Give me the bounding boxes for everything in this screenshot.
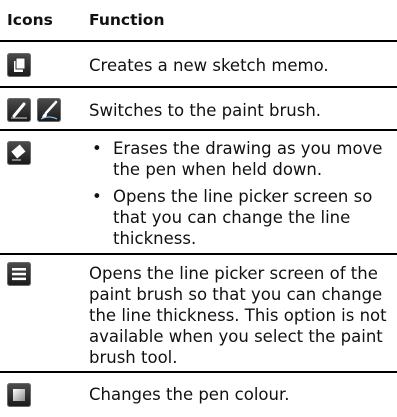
row-icons bbox=[7, 383, 31, 407]
pen-icon bbox=[7, 98, 31, 122]
row-rule bbox=[0, 86, 397, 88]
table-header: Icons Function bbox=[0, 0, 397, 40]
row-icons bbox=[7, 141, 31, 165]
icon-function-table: Icons Function Creates a new sketch memo… bbox=[0, 0, 397, 417]
line-thickness-icon bbox=[7, 262, 31, 286]
paint-brush-icon bbox=[37, 98, 61, 122]
row-description: Changes the pen colour. bbox=[89, 385, 290, 404]
row-description: Creates a new sketch memo. bbox=[89, 56, 329, 75]
bullet-item: Opens the line picker screen so that you… bbox=[89, 186, 391, 249]
pen-colour-icon bbox=[7, 383, 31, 407]
row-rule bbox=[0, 371, 397, 373]
row-rule bbox=[0, 129, 397, 131]
row-icons bbox=[7, 262, 31, 286]
header-rule bbox=[0, 40, 397, 42]
row-description: Switches to the paint brush. bbox=[89, 101, 322, 120]
header-icons: Icons bbox=[7, 11, 53, 29]
header-function: Function bbox=[89, 11, 165, 29]
eraser-icon bbox=[7, 141, 31, 165]
row-icons bbox=[7, 53, 31, 77]
row-bullet-list: Erases the drawing as you move the pen w… bbox=[89, 138, 391, 249]
bullet-item: Erases the drawing as you move the pen w… bbox=[89, 138, 391, 180]
new-sketch-memo-icon bbox=[7, 53, 31, 77]
row-rule bbox=[0, 253, 397, 255]
row-icons bbox=[7, 98, 61, 122]
row-description: Opens the line picker screen of the pain… bbox=[89, 264, 387, 367]
